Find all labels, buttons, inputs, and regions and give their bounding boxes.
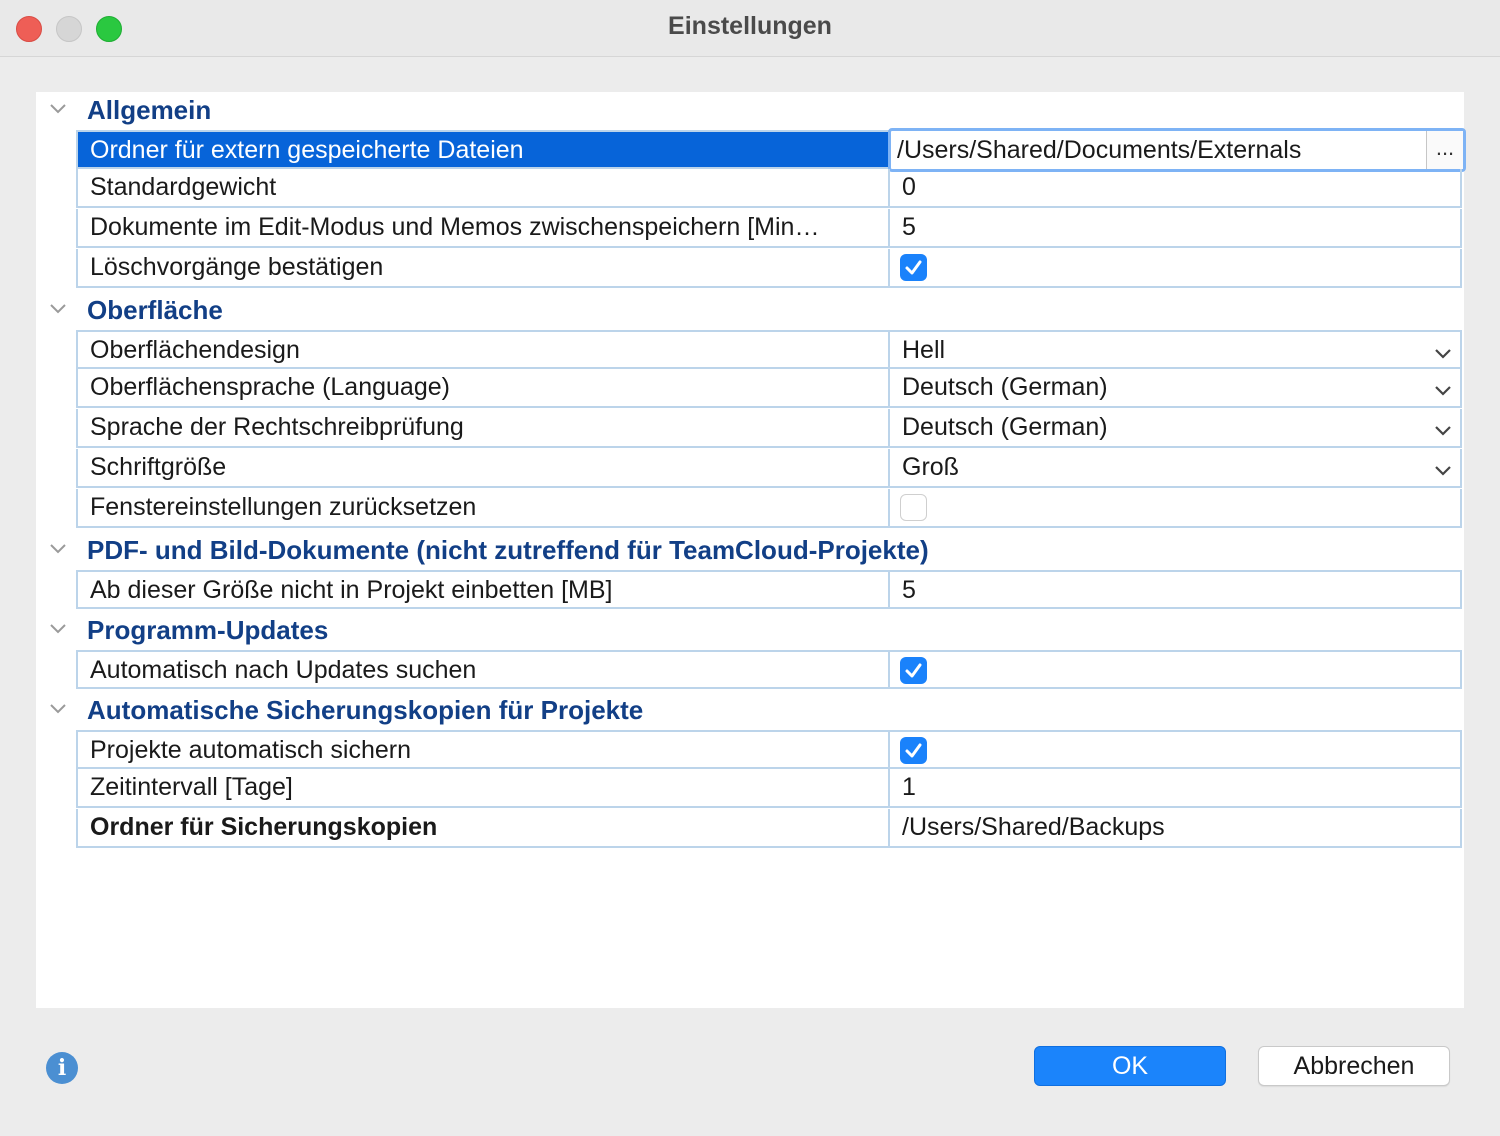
auto-backup-checkbox[interactable] (900, 737, 927, 764)
setting-label: Projekte automatisch sichern (78, 732, 890, 767)
theme-select-value: Hell (902, 336, 946, 364)
ui-language-select[interactable]: Deutsch (German) (890, 369, 1460, 406)
setting-row-confirm-delete[interactable]: Löschvorgänge bestätigen (76, 249, 1462, 288)
setting-label: Löschvorgänge bestätigen (78, 249, 890, 286)
font-size-select[interactable]: Groß (890, 449, 1460, 486)
font-size-select-value: Groß (902, 453, 959, 481)
chevron-down-icon[interactable] (48, 98, 68, 118)
setting-value-cell (890, 249, 1460, 286)
section-title: Oberfläche (87, 295, 223, 325)
setting-row-reset-window[interactable]: Fenstereinstellungen zurücksetzen (76, 489, 1462, 528)
default-weight-field[interactable]: 0 (890, 169, 1460, 206)
setting-label: Ordner für extern gespeicherte Dateien (78, 132, 890, 167)
chevron-down-icon (1435, 426, 1451, 436)
confirm-delete-checkbox[interactable] (900, 254, 927, 281)
backup-interval-field[interactable]: 1 (890, 769, 1460, 806)
setting-row-spellcheck-language[interactable]: Sprache der Rechtschreibprüfung Deutsch … (76, 409, 1462, 448)
setting-row-backup-folder[interactable]: Ordner für Sicherungskopien /Users/Share… (76, 809, 1462, 848)
setting-row-ui-language[interactable]: Oberflächensprache (Language) Deutsch (G… (76, 369, 1462, 408)
chevron-down-icon[interactable] (48, 538, 68, 558)
setting-row-external-folder[interactable]: Ordner für extern gespeicherte Dateien /… (76, 128, 1466, 172)
section-oberflaeche[interactable]: Oberfläche (36, 292, 1464, 330)
autosave-minutes-field[interactable]: 5 (890, 209, 1460, 246)
backup-folder-field[interactable]: /Users/Shared/Backups (890, 809, 1460, 846)
checkmark-icon (905, 260, 922, 275)
checkmark-icon (905, 663, 922, 678)
chevron-down-icon[interactable] (48, 698, 68, 718)
chevron-down-icon (1435, 349, 1451, 359)
chevron-down-icon (1435, 386, 1451, 396)
window-title: Einstellungen (668, 12, 832, 40)
browse-folder-button[interactable]: ... (1426, 131, 1463, 169)
setting-row-embed-size[interactable]: Ab dieser Größe nicht in Projekt einbett… (76, 570, 1462, 609)
title-bar: Einstellungen (0, 0, 1500, 57)
reset-window-checkbox[interactable] (900, 494, 927, 521)
setting-label: Oberflächensprache (Language) (78, 369, 890, 406)
section-pdf-image[interactable]: PDF- und Bild-Dokumente (nicht zutreffen… (36, 532, 1464, 570)
ui-language-select-value: Deutsch (German) (902, 373, 1108, 401)
info-icon[interactable]: i (46, 1052, 78, 1084)
spellcheck-language-select[interactable]: Deutsch (German) (890, 409, 1460, 446)
setting-value-cell: /Users/Shared/Documents/Externals ... (888, 128, 1466, 172)
setting-row-theme[interactable]: Oberflächendesign Hell (76, 330, 1462, 369)
ok-button[interactable]: OK (1034, 1046, 1226, 1086)
setting-label: Schriftgröße (78, 449, 890, 486)
setting-value-cell (890, 732, 1460, 767)
section-backups[interactable]: Automatische Sicherungskopien für Projek… (36, 692, 1464, 730)
setting-row-default-weight[interactable]: Standardgewicht 0 (76, 169, 1462, 208)
external-folder-path: /Users/Shared/Documents/Externals (897, 136, 1302, 164)
settings-tree: Allgemein Ordner für extern gespeicherte… (36, 92, 1466, 1008)
chevron-down-icon[interactable] (48, 618, 68, 638)
auto-update-checkbox[interactable] (900, 657, 927, 684)
section-title: PDF- und Bild-Dokumente (nicht zutreffen… (87, 535, 929, 565)
setting-label: Ab dieser Größe nicht in Projekt einbett… (78, 572, 890, 607)
checkmark-icon (905, 743, 922, 758)
external-folder-input[interactable]: /Users/Shared/Documents/Externals ... (888, 128, 1466, 172)
setting-label: Oberflächendesign (78, 332, 890, 367)
section-allgemein[interactable]: Allgemein (36, 92, 1464, 130)
setting-row-font-size[interactable]: Schriftgröße Groß (76, 449, 1462, 488)
setting-row-auto-update[interactable]: Automatisch nach Updates suchen (76, 650, 1462, 689)
setting-row-backup-interval[interactable]: Zeitintervall [Tage] 1 (76, 769, 1462, 808)
setting-label: Fenstereinstellungen zurücksetzen (78, 489, 890, 526)
embed-size-field[interactable]: 5 (890, 572, 1460, 607)
setting-row-auto-backup[interactable]: Projekte automatisch sichern (76, 730, 1462, 769)
chevron-down-icon (1435, 466, 1451, 476)
section-title: Automatische Sicherungskopien für Projek… (87, 695, 644, 725)
section-title: Allgemein (87, 95, 212, 125)
setting-label: Automatisch nach Updates suchen (78, 652, 890, 687)
section-updates[interactable]: Programm-Updates (36, 612, 1464, 650)
setting-label: Ordner für Sicherungskopien (78, 809, 890, 846)
theme-select[interactable]: Hell (890, 332, 1460, 367)
chevron-down-icon[interactable] (48, 298, 68, 318)
setting-label: Standardgewicht (78, 169, 890, 206)
cancel-button[interactable]: Abbrechen (1258, 1046, 1450, 1086)
setting-label: Dokumente im Edit-Modus und Memos zwisch… (78, 209, 890, 246)
setting-label: Sprache der Rechtschreibprüfung (78, 409, 890, 446)
setting-row-autosave-minutes[interactable]: Dokumente im Edit-Modus und Memos zwisch… (76, 209, 1462, 248)
setting-value-cell (890, 652, 1460, 687)
section-title: Programm-Updates (87, 615, 329, 645)
setting-value-cell (890, 489, 1460, 526)
setting-label: Zeitintervall [Tage] (78, 769, 890, 806)
spellcheck-language-select-value: Deutsch (German) (902, 413, 1108, 441)
settings-window: Einstellungen Allgemein Ordner für exter… (0, 0, 1500, 1136)
